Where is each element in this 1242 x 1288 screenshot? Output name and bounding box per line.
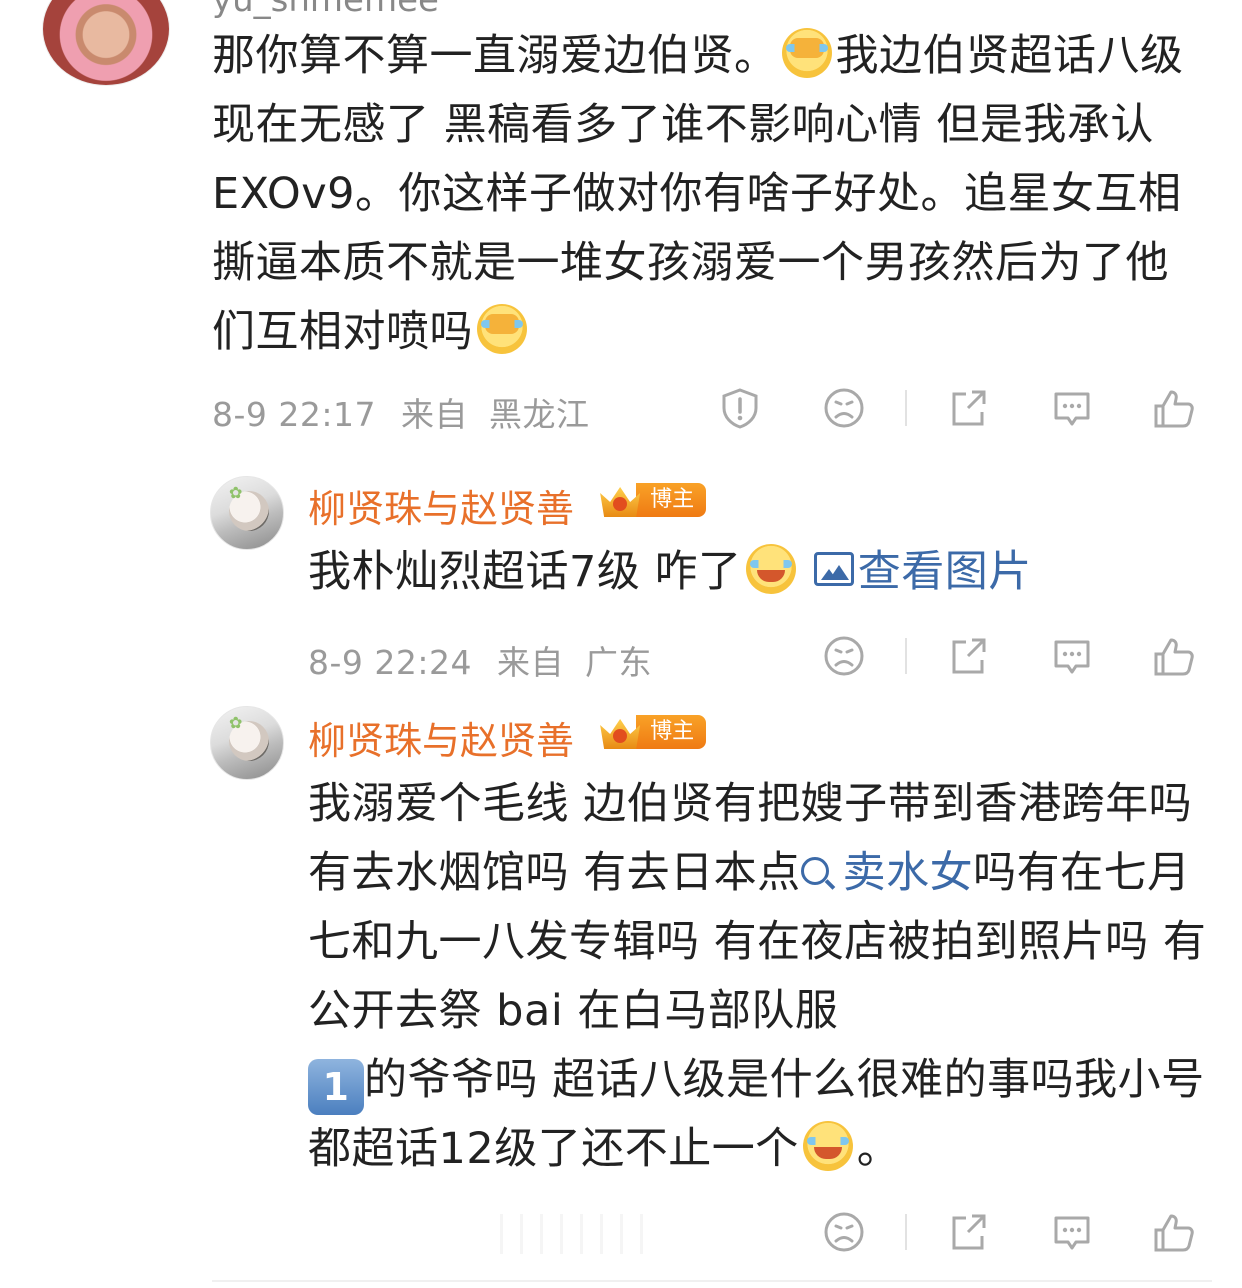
blogger-badge: 博主 xyxy=(600,715,707,751)
share-icon[interactable] xyxy=(946,634,990,678)
comment-icon[interactable] xyxy=(1050,634,1094,678)
reply-time: 8-9 22:24 xyxy=(308,643,472,682)
reply-username[interactable]: 柳贤珠与赵贤善 博主 xyxy=(308,710,707,765)
dislike-face-icon[interactable] xyxy=(822,634,866,678)
laugh-cry-emoji-icon xyxy=(745,544,796,594)
commenter-username[interactable]: yu_shmemee xyxy=(212,0,439,20)
from-label: 来自 xyxy=(401,395,468,434)
reply-username[interactable]: 柳贤珠与赵贤善 博主 xyxy=(308,478,707,533)
keycap-1-emoji-icon: 1 xyxy=(308,1059,364,1115)
like-thumb-icon[interactable] xyxy=(1152,1210,1196,1254)
image-icon xyxy=(813,552,854,586)
share-icon[interactable] xyxy=(946,386,990,430)
reply-location: 广东 xyxy=(585,643,652,682)
bottom-divider xyxy=(212,1280,1212,1282)
laugh-cry-emoji-icon xyxy=(802,1121,853,1171)
dislike-face-icon[interactable] xyxy=(822,386,866,430)
crown-icon xyxy=(600,715,640,751)
like-thumb-icon[interactable] xyxy=(1152,386,1196,430)
reply-avatar[interactable] xyxy=(210,476,284,550)
comment-text: 那你算不算一直溺爱边伯贤。 我边伯贤超话八级现在无感了 黑稿看多了谁不影响心情 但… xyxy=(212,22,1212,367)
watermark xyxy=(500,1214,650,1254)
share-icon[interactable] xyxy=(946,1210,990,1254)
comment-location: 黑龙江 xyxy=(489,395,590,434)
action-divider xyxy=(905,390,907,426)
blogger-badge: 博主 xyxy=(600,483,707,519)
comment-icon[interactable] xyxy=(1050,1210,1094,1254)
comment-icon[interactable] xyxy=(1050,386,1094,430)
dislike-face-icon[interactable] xyxy=(822,1210,866,1254)
search-topic-link[interactable]: 卖水女 xyxy=(800,848,974,898)
comment-time: 8-9 22:17 xyxy=(212,395,376,434)
action-divider xyxy=(905,638,907,674)
from-label: 来自 xyxy=(497,643,564,682)
action-divider xyxy=(905,1214,907,1250)
reply-text: 我溺爱个毛线 边伯贤有把嫂子带到香港跨年吗 有去水烟馆吗 有去日本点 卖水女吗有在… xyxy=(308,779,1207,1174)
report-icon[interactable] xyxy=(718,386,762,430)
facepalm-emoji-icon xyxy=(477,304,527,354)
facepalm-emoji-icon xyxy=(781,28,832,78)
like-thumb-icon[interactable] xyxy=(1152,634,1196,678)
view-image-link[interactable]: 查看图片 xyxy=(813,547,1032,597)
reply-text: 我朴灿烈超话7级 咋了 查看图片 xyxy=(308,538,1208,607)
commenter-avatar[interactable] xyxy=(42,0,170,86)
reply-meta: 8-9 22:24 来自 广东 xyxy=(308,636,652,684)
crown-icon xyxy=(600,483,640,519)
reply-avatar[interactable] xyxy=(210,706,284,780)
search-icon xyxy=(800,857,829,885)
comment-meta: 8-9 22:17 来自 黑龙江 xyxy=(212,388,590,436)
